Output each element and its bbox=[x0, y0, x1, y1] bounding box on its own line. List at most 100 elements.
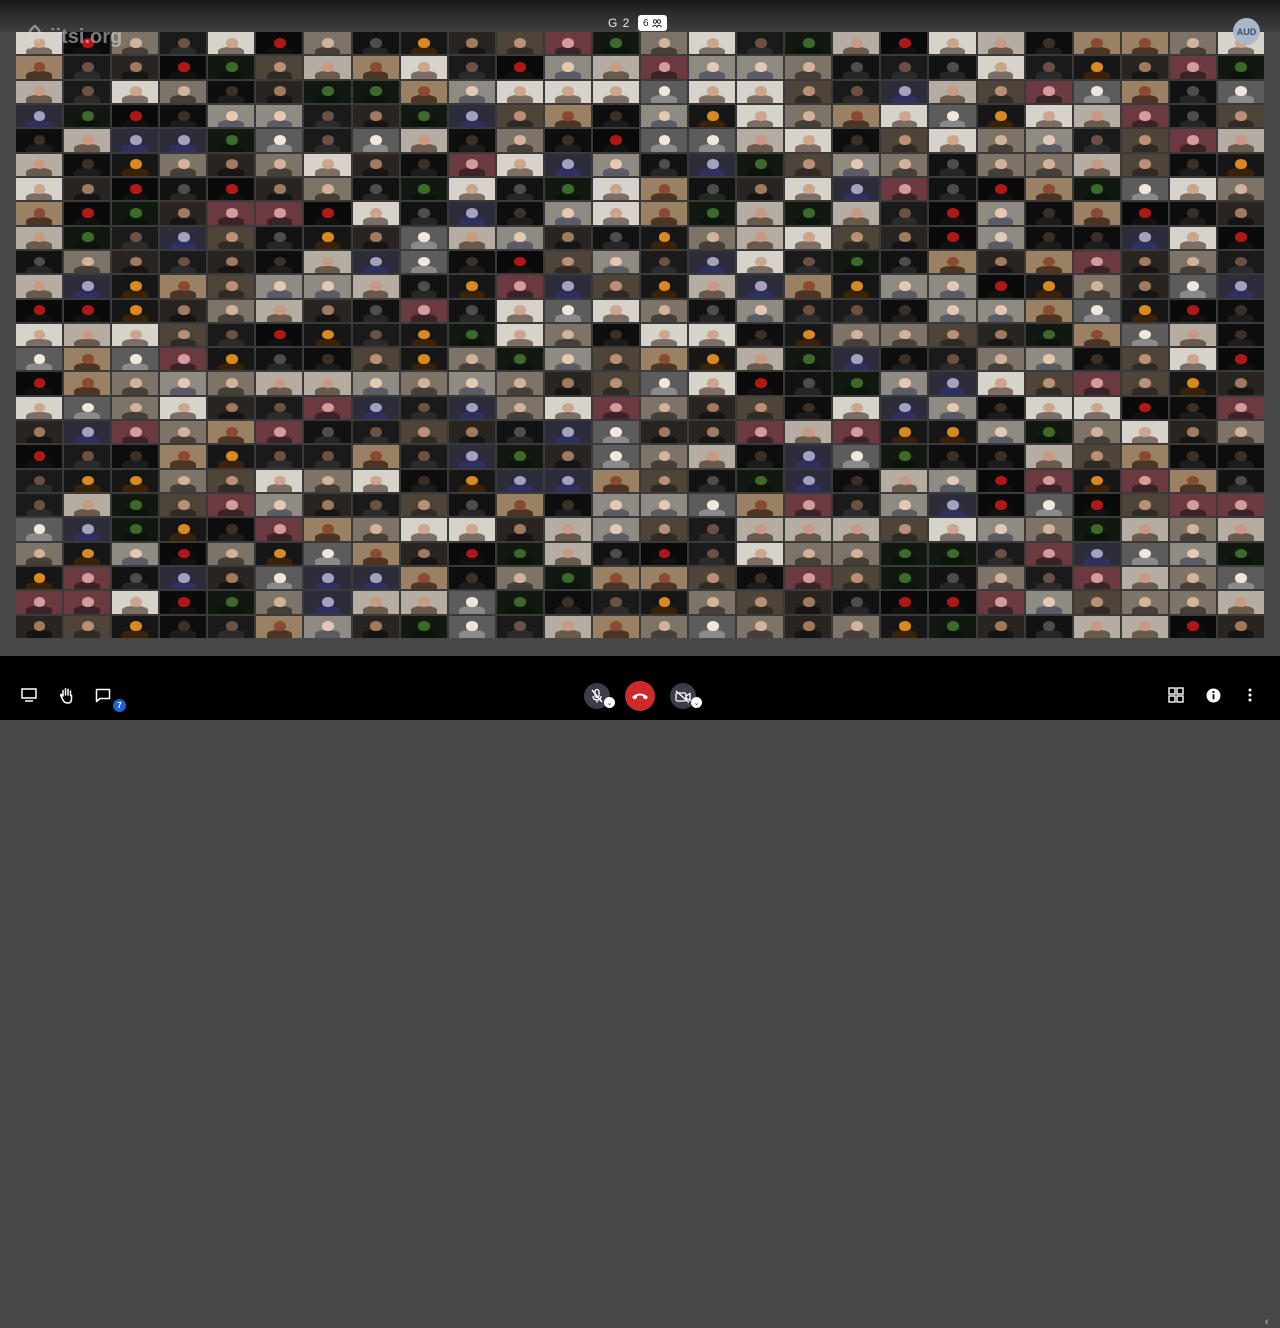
participant-tile[interactable] bbox=[1025, 202, 1072, 225]
participant-tile[interactable] bbox=[64, 129, 111, 152]
participant-tile[interactable] bbox=[16, 80, 63, 103]
participant-tile[interactable] bbox=[112, 469, 159, 493]
participant-tile[interactable] bbox=[160, 202, 207, 225]
participant-tile[interactable] bbox=[208, 202, 255, 225]
participant-tile[interactable] bbox=[1121, 80, 1168, 103]
participant-tile[interactable] bbox=[929, 348, 976, 371]
participant-tile[interactable] bbox=[641, 494, 688, 517]
participant-tile[interactable] bbox=[977, 226, 1024, 249]
participant-tile[interactable] bbox=[16, 275, 63, 298]
participant-tile[interactable] bbox=[16, 129, 63, 152]
participant-tile[interactable] bbox=[929, 445, 976, 468]
participant-tile[interactable] bbox=[400, 80, 447, 103]
participant-tile[interactable] bbox=[256, 299, 303, 322]
participant-tile[interactable] bbox=[1073, 250, 1120, 274]
participant-tile[interactable] bbox=[977, 202, 1024, 225]
participant-tile[interactable] bbox=[737, 104, 784, 128]
participant-tile[interactable] bbox=[64, 615, 111, 638]
participant-tile[interactable] bbox=[689, 615, 736, 638]
participant-tile[interactable] bbox=[785, 299, 832, 322]
participant-tile[interactable] bbox=[929, 104, 976, 128]
participant-tile[interactable] bbox=[448, 153, 495, 176]
participant-tile[interactable] bbox=[1073, 299, 1120, 322]
participant-tile[interactable] bbox=[785, 56, 832, 79]
participant-tile[interactable] bbox=[448, 615, 495, 638]
participant-tile[interactable] bbox=[64, 445, 111, 468]
participant-tile[interactable] bbox=[977, 129, 1024, 152]
participant-tile[interactable] bbox=[1121, 396, 1168, 420]
participant-tile[interactable] bbox=[592, 348, 639, 371]
participant-tile[interactable] bbox=[304, 56, 351, 79]
participant-tile[interactable] bbox=[1169, 177, 1216, 201]
participant-tile[interactable] bbox=[1073, 153, 1120, 176]
participant-tile[interactable] bbox=[689, 518, 736, 541]
participant-tile[interactable] bbox=[881, 469, 928, 493]
participant-tile[interactable] bbox=[977, 56, 1024, 79]
participant-tile[interactable] bbox=[1121, 153, 1168, 176]
participant-tile[interactable] bbox=[1073, 275, 1120, 298]
participant-tile[interactable] bbox=[689, 591, 736, 614]
participant-tile[interactable] bbox=[785, 323, 832, 347]
participant-tile[interactable] bbox=[400, 56, 447, 79]
participant-tile[interactable] bbox=[881, 226, 928, 249]
participant-tile[interactable] bbox=[400, 518, 447, 541]
participant-tile[interactable] bbox=[641, 129, 688, 152]
participant-tile[interactable] bbox=[112, 518, 159, 541]
participant-tile[interactable] bbox=[785, 202, 832, 225]
participant-tile[interactable] bbox=[1121, 202, 1168, 225]
participant-tile[interactable] bbox=[592, 445, 639, 468]
participant-tile[interactable] bbox=[16, 104, 63, 128]
participant-tile[interactable] bbox=[1169, 348, 1216, 371]
participant-tile[interactable] bbox=[1025, 177, 1072, 201]
participant-tile[interactable] bbox=[1121, 591, 1168, 614]
participant-tile[interactable] bbox=[208, 250, 255, 274]
participant-tile[interactable] bbox=[112, 445, 159, 468]
participant-tile[interactable] bbox=[592, 494, 639, 517]
participant-tile[interactable] bbox=[352, 591, 399, 614]
participant-tile[interactable] bbox=[1073, 494, 1120, 517]
participant-tile[interactable] bbox=[256, 615, 303, 638]
participant-tile[interactable] bbox=[64, 542, 111, 566]
participant-tile[interactable] bbox=[1025, 615, 1072, 638]
participant-tile[interactable] bbox=[785, 421, 832, 444]
participant-tile[interactable] bbox=[496, 445, 543, 468]
participant-tile[interactable] bbox=[737, 323, 784, 347]
participant-tile[interactable] bbox=[544, 129, 591, 152]
participant-tile[interactable] bbox=[641, 153, 688, 176]
participant-tile[interactable] bbox=[833, 494, 880, 517]
participant-tile[interactable] bbox=[544, 104, 591, 128]
participant-tile[interactable] bbox=[1073, 445, 1120, 468]
participant-tile[interactable] bbox=[737, 56, 784, 79]
participant-tile[interactable] bbox=[160, 323, 207, 347]
participant-tile[interactable] bbox=[689, 542, 736, 566]
participant-tile[interactable] bbox=[544, 323, 591, 347]
participant-tile[interactable] bbox=[592, 591, 639, 614]
participant-tile[interactable] bbox=[304, 80, 351, 103]
participant-tile[interactable] bbox=[641, 56, 688, 79]
participant-tile[interactable] bbox=[1169, 104, 1216, 128]
participant-tile[interactable] bbox=[448, 518, 495, 541]
participant-tile[interactable] bbox=[16, 567, 63, 590]
participant-tile[interactable] bbox=[352, 275, 399, 298]
participant-tile[interactable] bbox=[256, 56, 303, 79]
participant-tile[interactable] bbox=[448, 396, 495, 420]
participant-tile[interactable] bbox=[112, 56, 159, 79]
participant-tile[interactable] bbox=[881, 542, 928, 566]
participant-tile[interactable] bbox=[1217, 250, 1264, 274]
participant-tile[interactable] bbox=[833, 250, 880, 274]
participant-tile[interactable] bbox=[977, 469, 1024, 493]
participant-tile[interactable] bbox=[977, 104, 1024, 128]
participant-tile[interactable] bbox=[544, 153, 591, 176]
participant-tile[interactable] bbox=[881, 202, 928, 225]
participant-tile[interactable] bbox=[496, 615, 543, 638]
participant-tile[interactable] bbox=[304, 494, 351, 517]
participant-tile[interactable] bbox=[256, 275, 303, 298]
participant-tile[interactable] bbox=[1121, 421, 1168, 444]
participant-tile[interactable] bbox=[977, 80, 1024, 103]
participant-tile[interactable] bbox=[929, 396, 976, 420]
participant-tile[interactable] bbox=[881, 396, 928, 420]
participant-tile[interactable] bbox=[833, 56, 880, 79]
participant-tile[interactable] bbox=[977, 445, 1024, 468]
participant-tile[interactable] bbox=[1169, 80, 1216, 103]
participant-tile[interactable] bbox=[1121, 32, 1168, 55]
